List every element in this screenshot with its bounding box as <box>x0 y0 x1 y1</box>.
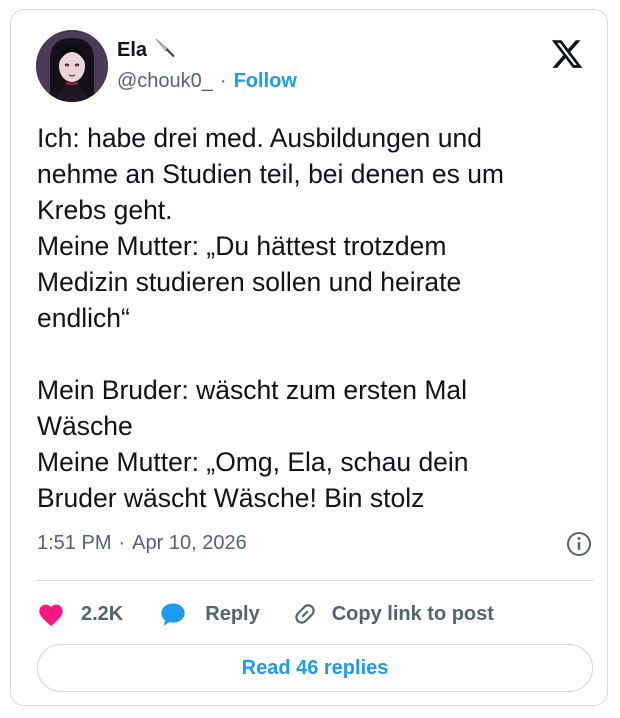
reply-button[interactable]: Reply <box>159 601 260 627</box>
x-logo-icon[interactable] <box>550 37 584 71</box>
tweet-meta: 1:51 PM · Apr 10, 2026 <box>37 528 593 558</box>
tweet-card: Ela @chouk0_ · Follow Ich: habe drei med… <box>10 9 608 706</box>
avatar[interactable] <box>36 30 108 102</box>
divider <box>37 580 593 581</box>
handle-row: @chouk0_ · Follow <box>117 70 297 93</box>
tweet-text: Ich: habe drei med. Ausbildungen und neh… <box>37 123 505 513</box>
link-icon <box>295 604 315 624</box>
copy-link-button[interactable]: Copy link to post <box>292 601 494 627</box>
info-icon[interactable] <box>565 530 593 558</box>
read-replies-label: Read 46 replies <box>241 656 389 679</box>
reply-label: Reply <box>205 602 260 625</box>
actions-row: 2.2K Reply Copy link to post <box>37 596 494 632</box>
like-count: 2.2K <box>81 602 124 625</box>
copy-link-label: Copy link to post <box>331 602 494 625</box>
heart-icon <box>39 604 63 627</box>
like-button[interactable]: 2.2K <box>37 601 123 627</box>
reply-bubble-icon <box>161 603 185 626</box>
follow-button[interactable]: Follow <box>234 70 297 93</box>
handle-separator: · <box>219 70 227 92</box>
avatar-image <box>36 30 108 102</box>
handle[interactable]: @chouk0_ <box>117 70 213 93</box>
knife-emoji-icon <box>153 36 177 65</box>
read-replies-button[interactable]: Read 46 replies <box>37 644 593 692</box>
display-name[interactable]: Ela <box>117 39 147 62</box>
tweet-date[interactable]: Apr 10, 2026 <box>132 532 247 555</box>
author-name-row[interactable]: Ela <box>117 36 177 65</box>
meta-separator: · <box>118 531 126 554</box>
tweet-time[interactable]: 1:51 PM <box>37 532 111 555</box>
